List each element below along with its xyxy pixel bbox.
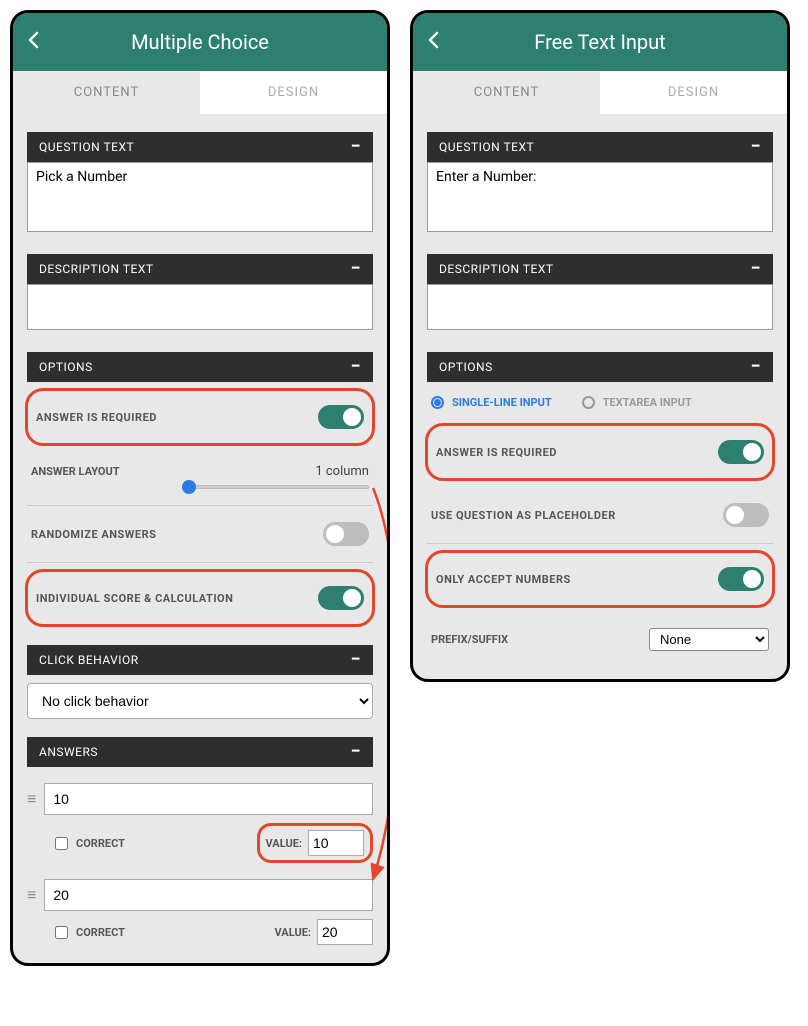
section-question-text[interactable]: QUESTION TEXT − bbox=[427, 132, 773, 162]
toggle-only-numbers[interactable] bbox=[718, 567, 764, 591]
panel-title: Multiple Choice bbox=[131, 30, 269, 54]
highlight-value: VALUE: bbox=[257, 823, 373, 863]
slider-thumb[interactable] bbox=[182, 480, 196, 494]
chevron-left-icon bbox=[427, 31, 439, 49]
option-label: RANDOMIZE ANSWERS bbox=[31, 528, 156, 541]
answer-text-input[interactable] bbox=[44, 783, 373, 815]
value-label: VALUE: bbox=[266, 837, 302, 850]
toggle-randomize[interactable] bbox=[323, 522, 369, 546]
value-label: VALUE: bbox=[275, 926, 311, 939]
back-button[interactable] bbox=[27, 30, 39, 54]
tab-content[interactable]: CONTENT bbox=[413, 71, 600, 114]
highlight-answer-required: ANSWER IS REQUIRED bbox=[25, 388, 375, 446]
collapse-icon: − bbox=[351, 362, 361, 372]
toggle-answer-required[interactable] bbox=[718, 440, 764, 464]
section-label: CLICK BEHAVIOR bbox=[39, 653, 139, 667]
section-label: DESCRIPTION TEXT bbox=[39, 262, 154, 276]
tab-design[interactable]: DESIGN bbox=[600, 71, 787, 114]
tabs: CONTENT DESIGN bbox=[413, 71, 787, 114]
option-label: ANSWER IS REQUIRED bbox=[36, 411, 157, 424]
drag-handle-icon[interactable]: ≡ bbox=[27, 885, 36, 905]
correct-label: CORRECT bbox=[76, 837, 125, 850]
section-label: OPTIONS bbox=[439, 360, 493, 374]
option-label: ONLY ACCEPT NUMBERS bbox=[436, 573, 571, 586]
toggle-answer-required[interactable] bbox=[318, 405, 364, 429]
radio-textarea[interactable]: TEXTAREA INPUT bbox=[582, 396, 692, 409]
radio-icon bbox=[431, 396, 444, 409]
answer-text-input[interactable] bbox=[44, 879, 373, 911]
section-question-text[interactable]: QUESTION TEXT − bbox=[27, 132, 373, 162]
section-label: QUESTION TEXT bbox=[39, 140, 134, 154]
collapse-icon: − bbox=[751, 264, 761, 274]
chevron-left-icon bbox=[27, 31, 39, 49]
free-text-panel: Free Text Input CONTENT DESIGN QUESTION … bbox=[410, 10, 790, 682]
back-button[interactable] bbox=[427, 30, 439, 54]
radio-label: SINGLE-LINE INPUT bbox=[452, 396, 552, 409]
value-input[interactable] bbox=[317, 919, 373, 945]
option-label: USE QUESTION AS PLACEHOLDER bbox=[431, 509, 616, 522]
answer-layout-value: 1 column bbox=[315, 464, 369, 479]
collapse-icon: − bbox=[751, 362, 761, 372]
section-label: OPTIONS bbox=[39, 360, 93, 374]
option-label: ANSWER IS REQUIRED bbox=[436, 446, 557, 459]
radio-label: TEXTAREA INPUT bbox=[603, 396, 692, 409]
section-click-behavior[interactable]: CLICK BEHAVIOR − bbox=[27, 645, 373, 675]
highlight-only-numbers: ONLY ACCEPT NUMBERS bbox=[425, 550, 775, 608]
correct-label: CORRECT bbox=[76, 926, 125, 939]
prefix-suffix-select[interactable]: None bbox=[649, 628, 769, 651]
click-behavior-select[interactable]: No click behavior bbox=[27, 683, 373, 719]
correct-checkbox[interactable] bbox=[55, 926, 68, 939]
radio-single-line[interactable]: SINGLE-LINE INPUT bbox=[431, 396, 552, 409]
correct-checkbox[interactable] bbox=[55, 837, 68, 850]
panel-header: Free Text Input bbox=[413, 13, 787, 71]
section-label: DESCRIPTION TEXT bbox=[439, 262, 554, 276]
toggle-use-placeholder[interactable] bbox=[723, 503, 769, 527]
section-label: QUESTION TEXT bbox=[439, 140, 534, 154]
section-description-text[interactable]: DESCRIPTION TEXT − bbox=[27, 254, 373, 284]
option-label: ANSWER LAYOUT bbox=[31, 465, 120, 478]
collapse-icon: − bbox=[351, 264, 361, 274]
section-description-text[interactable]: DESCRIPTION TEXT − bbox=[427, 254, 773, 284]
section-options[interactable]: OPTIONS − bbox=[27, 352, 373, 382]
highlight-answer-required: ANSWER IS REQUIRED bbox=[425, 423, 775, 481]
collapse-icon: − bbox=[351, 655, 361, 665]
drag-handle-icon[interactable]: ≡ bbox=[27, 789, 36, 809]
section-options[interactable]: OPTIONS − bbox=[427, 352, 773, 382]
section-label: ANSWERS bbox=[39, 745, 98, 759]
question-text-input[interactable]: Pick a Number bbox=[27, 162, 373, 232]
collapse-icon: − bbox=[351, 747, 361, 757]
panel-header: Multiple Choice bbox=[13, 13, 387, 71]
panel-title: Free Text Input bbox=[534, 30, 665, 54]
collapse-icon: − bbox=[351, 142, 361, 152]
toggle-individual-score[interactable] bbox=[318, 586, 364, 610]
description-text-input[interactable] bbox=[427, 284, 773, 330]
answer-row: ≡ bbox=[27, 783, 373, 815]
question-text-input[interactable]: Enter a Number: bbox=[427, 162, 773, 232]
answer-layout-row: ANSWER LAYOUT 1 column bbox=[27, 452, 373, 506]
option-label: INDIVIDUAL SCORE & CALCULATION bbox=[36, 592, 233, 605]
answer-layout-slider[interactable] bbox=[183, 485, 369, 489]
section-answers[interactable]: ANSWERS − bbox=[27, 737, 373, 767]
option-label: PREFIX/SUFFIX bbox=[431, 633, 508, 646]
tabs: CONTENT DESIGN bbox=[13, 71, 387, 114]
answer-row: ≡ bbox=[27, 879, 373, 911]
tab-content[interactable]: CONTENT bbox=[13, 71, 200, 114]
value-input[interactable] bbox=[308, 830, 364, 856]
description-text-input[interactable] bbox=[27, 284, 373, 330]
radio-icon bbox=[582, 396, 595, 409]
collapse-icon: − bbox=[751, 142, 761, 152]
tab-design[interactable]: DESIGN bbox=[200, 71, 387, 114]
highlight-individual-score: INDIVIDUAL SCORE & CALCULATION bbox=[25, 569, 375, 627]
multiple-choice-panel: Multiple Choice CONTENT DESIGN QUESTION … bbox=[10, 10, 390, 966]
